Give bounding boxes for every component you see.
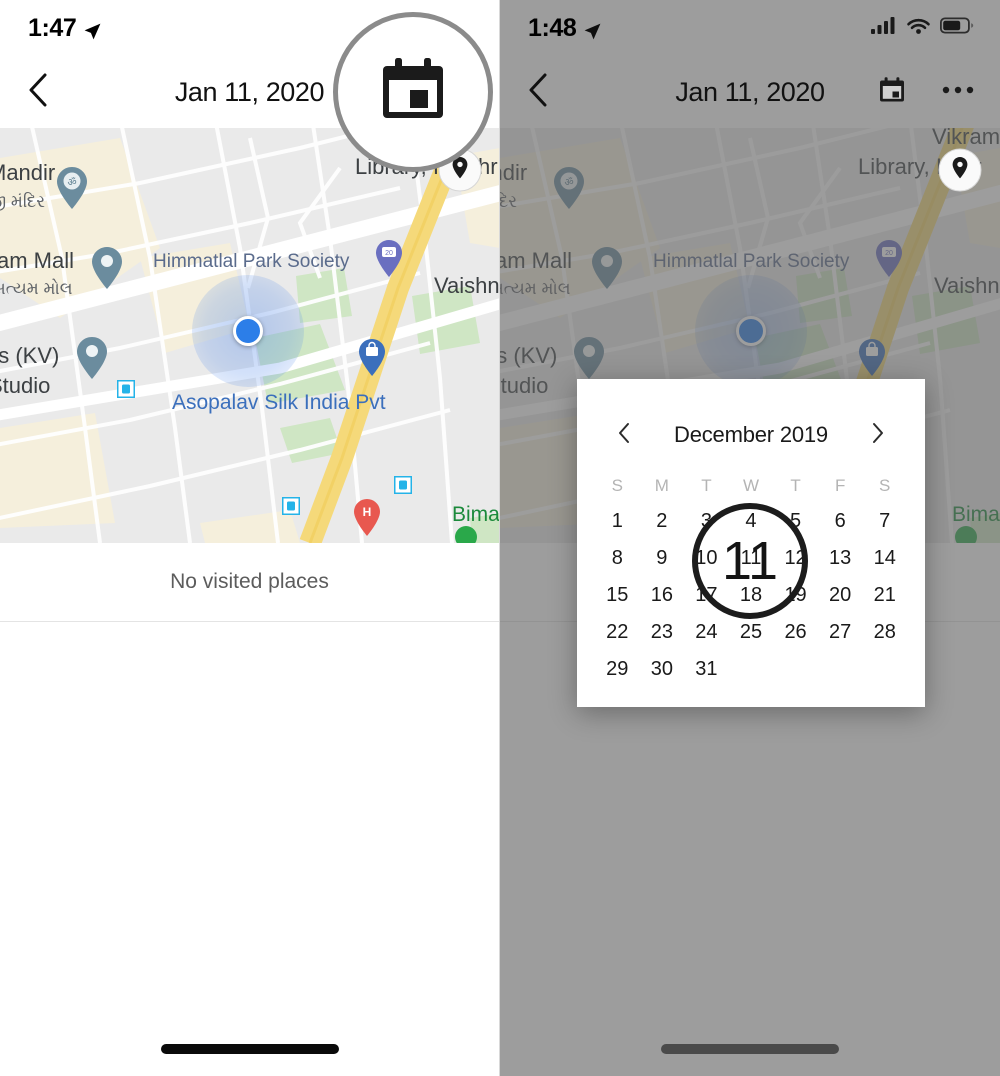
calendar-day[interactable]: 8 bbox=[595, 540, 640, 577]
dow-header: W bbox=[742, 476, 760, 495]
empty-state-row: No visited places bbox=[0, 543, 499, 621]
right-nav-actions bbox=[872, 72, 978, 112]
left-status-time-group: 1:47 bbox=[28, 14, 102, 43]
calendar-dow-row: S M T W T F S bbox=[595, 469, 907, 503]
calendar-week-row: 22 23 24 25 26 27 28 bbox=[595, 614, 907, 651]
calendar-day[interactable]: 15 bbox=[595, 577, 640, 614]
calendar-day[interactable]: 20 bbox=[818, 577, 863, 614]
dow-header: T bbox=[790, 476, 801, 495]
calendar-day-blank bbox=[818, 651, 863, 688]
chevron-right-icon bbox=[871, 422, 885, 449]
calendar-day[interactable]: 14 bbox=[862, 540, 907, 577]
dow-header: M bbox=[654, 476, 669, 495]
calendar-day-blank bbox=[862, 651, 907, 688]
calendar-day[interactable]: 13 bbox=[818, 540, 863, 577]
calendar-day[interactable]: 25 bbox=[729, 614, 774, 651]
calendar-day[interactable]: 28 bbox=[862, 614, 907, 651]
calendar-day[interactable]: 31 bbox=[684, 651, 729, 688]
location-arrow-icon bbox=[583, 19, 602, 39]
calendar-header: December 2019 bbox=[577, 401, 925, 469]
prev-month-button[interactable] bbox=[607, 418, 641, 452]
annotation-circle-calendar-button bbox=[333, 12, 493, 172]
calendar-icon[interactable] bbox=[373, 50, 453, 135]
chevron-left-icon bbox=[527, 73, 549, 112]
home-indicator bbox=[661, 1044, 839, 1054]
right-status-icons bbox=[871, 16, 974, 40]
calendar-day[interactable]: 27 bbox=[818, 614, 863, 651]
chevron-left-icon bbox=[617, 422, 631, 449]
back-button[interactable] bbox=[516, 70, 560, 114]
calendar-day-blank bbox=[773, 651, 818, 688]
more-options-button[interactable] bbox=[938, 72, 978, 112]
location-arrow-icon bbox=[83, 19, 102, 39]
calendar-day[interactable]: 16 bbox=[640, 577, 685, 614]
dow-header: S bbox=[879, 476, 891, 495]
calendar-day[interactable]: 26 bbox=[773, 614, 818, 651]
calendar-day[interactable]: 30 bbox=[640, 651, 685, 688]
dow-header: F bbox=[834, 476, 846, 495]
calendar-day[interactable]: 29 bbox=[595, 651, 640, 688]
right-status-bar: 1:48 bbox=[500, 0, 1000, 56]
status-time: 1:47 bbox=[28, 13, 77, 42]
right-status-time-group: 1:48 bbox=[528, 14, 602, 43]
wifi-icon bbox=[906, 16, 931, 40]
calendar-day[interactable]: 2 bbox=[640, 503, 685, 540]
list-divider bbox=[0, 621, 499, 622]
calendar-week-row: 29 30 31 bbox=[595, 651, 907, 688]
calendar-day[interactable]: 24 bbox=[684, 614, 729, 651]
calendar-icon bbox=[876, 74, 908, 111]
annotation-selected-day-label: 11 bbox=[721, 531, 779, 591]
calendar-day[interactable]: 7 bbox=[862, 503, 907, 540]
calendar-day[interactable]: 23 bbox=[640, 614, 685, 651]
calendar-day[interactable]: 21 bbox=[862, 577, 907, 614]
status-time: 1:48 bbox=[528, 13, 577, 42]
calendar-day[interactable]: 22 bbox=[595, 614, 640, 651]
chevron-left-icon bbox=[27, 73, 49, 112]
calendar-day[interactable]: 1 bbox=[595, 503, 640, 540]
calendar-button[interactable] bbox=[872, 72, 912, 112]
calendar-day[interactable]: 9 bbox=[640, 540, 685, 577]
calendar-day[interactable]: 6 bbox=[818, 503, 863, 540]
back-button[interactable] bbox=[16, 70, 60, 114]
calendar-day-blank bbox=[729, 651, 774, 688]
screenshot-root: 1:47 Jan 11, 2020 andir મંદિર hr Himmatl… bbox=[0, 0, 1000, 1076]
map-canvas bbox=[0, 128, 499, 543]
right-nav-bar: Jan 11, 2020 bbox=[500, 56, 1000, 128]
visited-places-list: No visited places bbox=[0, 543, 499, 622]
empty-state-text: No visited places bbox=[170, 570, 329, 593]
battery-icon bbox=[939, 16, 974, 40]
home-indicator bbox=[160, 1044, 339, 1054]
next-month-button[interactable] bbox=[861, 418, 895, 452]
more-horizontal-icon bbox=[941, 83, 975, 101]
map-view[interactable]: Mandir જી મંદિર Library, I hr Himmatlal … bbox=[0, 128, 499, 543]
dow-header: S bbox=[611, 476, 623, 495]
dow-header: T bbox=[701, 476, 712, 495]
cellular-signal-icon bbox=[871, 16, 897, 40]
left-phone-screen: 1:47 Jan 11, 2020 andir મંદિર hr Himmatl… bbox=[0, 0, 500, 1076]
calendar-month-label: December 2019 bbox=[674, 422, 828, 447]
